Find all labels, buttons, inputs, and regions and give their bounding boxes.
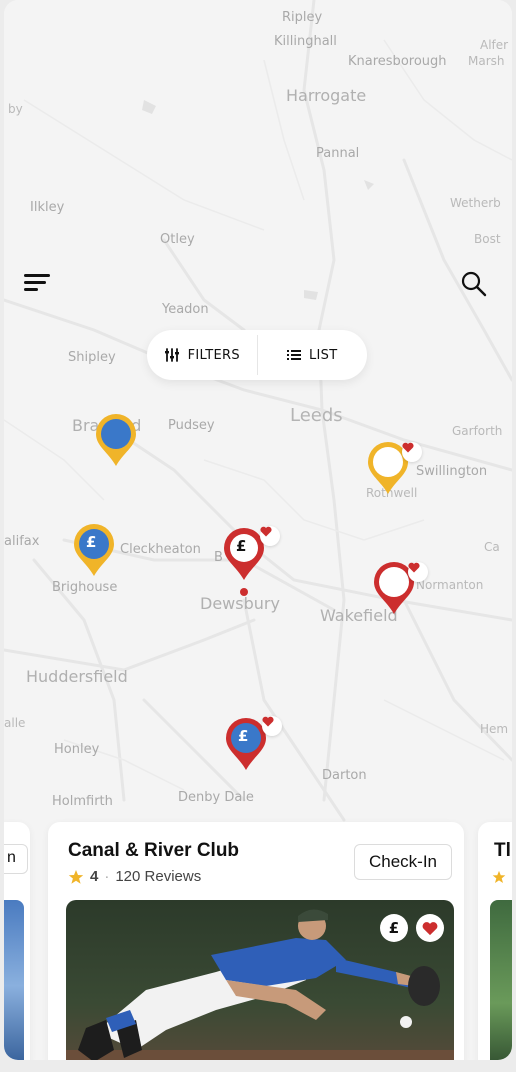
map-label-halifax: alifax — [4, 534, 40, 549]
map-label-elland: alle — [4, 716, 26, 730]
app-screen: Ripley Killinghall Knaresborough Alfer M… — [4, 0, 512, 1060]
map-label-brighouse: Brighouse — [52, 580, 118, 595]
map-label-hemsworth: Hem — [480, 722, 509, 736]
heart-icon — [260, 526, 280, 546]
map-label-leeds: Leeds — [290, 405, 343, 426]
venue-photo: £ — [66, 900, 454, 1060]
venue-card-next[interactable]: Tl — [478, 822, 512, 1060]
heart-icon — [402, 442, 422, 462]
map-pin-dewsbury[interactable]: £ — [222, 526, 284, 600]
map-label-harrogate: Harrogate — [286, 86, 367, 105]
rating-value: 4 — [90, 868, 99, 885]
map-label-yeadon: Yeadon — [162, 302, 209, 317]
menu-button[interactable] — [24, 272, 52, 294]
search-button[interactable] — [460, 270, 488, 298]
venue-title: Canal & River Club — [68, 840, 240, 861]
map-label-darton: Darton — [322, 768, 367, 783]
map-pin-wakefield[interactable] — [372, 560, 432, 618]
pound-icon: £ — [86, 533, 97, 551]
star-icon — [68, 869, 84, 884]
map-label-shipley: Shipley — [68, 350, 116, 365]
map-label-ripley: Ripley — [282, 10, 323, 25]
review-count: 120 Reviews — [115, 868, 202, 885]
venue-rating: 4 · 120 Reviews — [68, 868, 201, 885]
map-label-alfer: Alfer — [480, 38, 509, 52]
rating-separator: · — [104, 868, 110, 885]
filters-list-toggle: FILTERS LIST — [147, 330, 367, 380]
map-label-otley: Otley — [160, 232, 195, 247]
map-label-swillington: Swillington — [416, 464, 488, 479]
map-label-ilkley: Ilkley — [30, 200, 65, 215]
map-label-castleford: Ca — [484, 540, 500, 554]
map-label-knaresborough: Knaresborough — [348, 54, 447, 69]
map-label-holmfirth: Holmfirth — [52, 794, 113, 809]
map-label-killinghall: Killinghall — [274, 34, 337, 49]
map-pin-rothwell[interactable] — [366, 440, 426, 498]
filters-label: FILTERS — [187, 347, 240, 363]
pound-icon: £ — [238, 727, 249, 745]
star-icon — [492, 870, 506, 883]
map-label-wetherby: Wetherb — [450, 196, 501, 210]
map-pin-denby-dale[interactable]: £ — [224, 716, 286, 774]
venue-photo-partial — [490, 900, 512, 1060]
list-icon — [287, 350, 301, 360]
pound-icon: £ — [380, 914, 408, 942]
venue-card-previous[interactable]: n — [4, 822, 30, 1060]
search-icon — [461, 271, 487, 297]
venue-card[interactable]: Canal & River Club 4 · 120 Reviews Check… — [48, 822, 464, 1060]
map-label-honley: Honley — [54, 742, 100, 757]
map-label-pannal: Pannal — [316, 146, 360, 161]
map-label-huddersfield: Huddersfield — [26, 667, 128, 686]
pin-marker-icon — [96, 414, 136, 466]
map-pin-bradford[interactable] — [94, 412, 138, 468]
checkin-button-partial[interactable]: n — [4, 844, 28, 874]
heart-icon[interactable] — [416, 914, 444, 942]
checkin-button[interactable]: Check-In — [354, 844, 452, 880]
map-label-cleckheaton: Cleckheaton — [120, 542, 201, 557]
list-label: LIST — [309, 347, 338, 363]
map-label-boston: Bost — [474, 232, 501, 246]
list-button[interactable]: LIST — [258, 330, 368, 380]
map-label-denby-dale: Denby Dale — [178, 790, 254, 805]
map-label-marsh: Marsh — [468, 54, 505, 68]
map-label-garforth: Garforth — [452, 424, 503, 438]
pound-icon: £ — [236, 537, 247, 555]
hamburger-menu-icon-bar — [24, 281, 46, 284]
venue-photo-partial — [4, 900, 24, 1060]
hamburger-menu-icon-bar — [24, 288, 38, 291]
sliders-icon — [164, 348, 179, 362]
heart-icon — [408, 562, 428, 582]
map-label-pudsey: Pudsey — [168, 418, 215, 433]
map-label-by: by — [8, 102, 23, 116]
hamburger-menu-icon — [24, 274, 50, 277]
venue-title-partial: Tl — [494, 840, 511, 861]
filters-button[interactable]: FILTERS — [147, 330, 257, 380]
heart-icon — [262, 716, 282, 736]
map-pin-brighouse[interactable]: £ — [72, 522, 116, 578]
